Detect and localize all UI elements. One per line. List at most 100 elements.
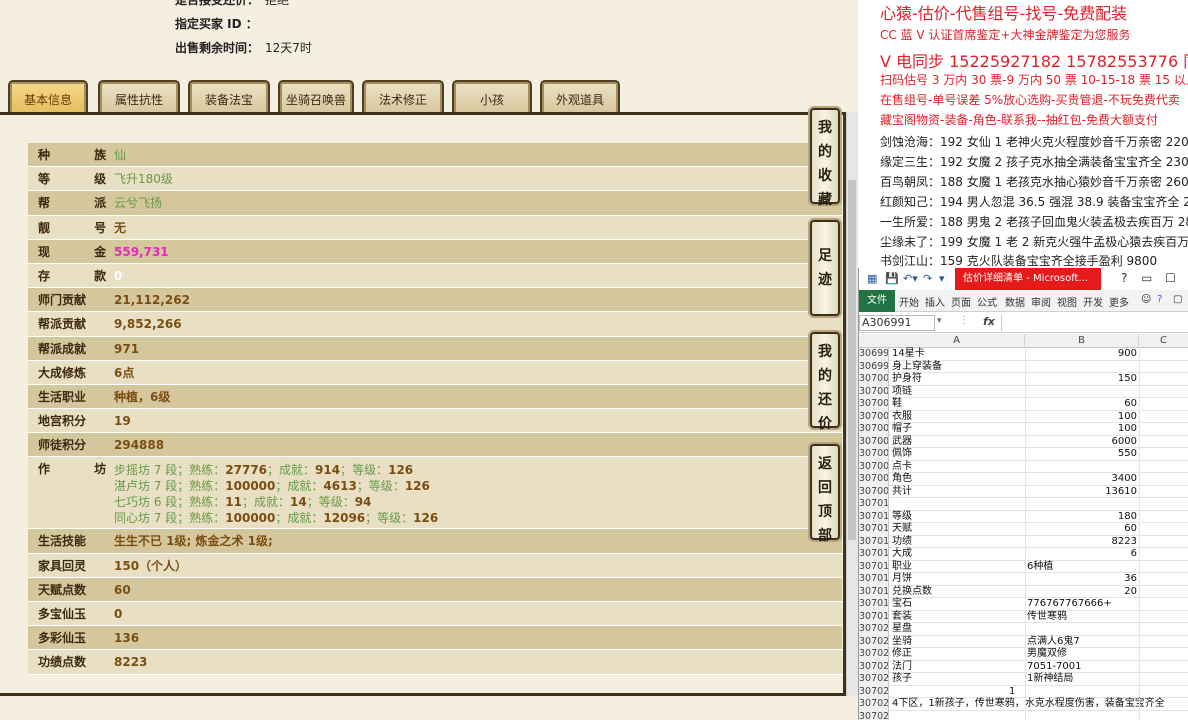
save-icon[interactable]: 💾 (885, 272, 899, 285)
row-number[interactable]: 307013 (859, 535, 889, 548)
tab-3[interactable]: 装备法宝 (188, 80, 270, 114)
cell-b[interactable]: 传世寒鸦 (1027, 611, 1137, 623)
row-number[interactable]: 307020 (859, 623, 889, 636)
cell-b[interactable]: 100 (1027, 411, 1137, 423)
tab-6[interactable]: 小孩 (452, 80, 532, 114)
row-number[interactable]: 307008 (859, 473, 889, 486)
cell-a[interactable]: 护身符 (892, 373, 922, 385)
account-icon[interactable]: ▢ (1173, 294, 1182, 305)
footprint-button[interactable]: 足迹 (810, 220, 840, 316)
cell-b[interactable]: 6种植 (1027, 561, 1137, 573)
my-offer-button[interactable]: 我的还价 (810, 332, 840, 432)
cell-a[interactable]: 角色 (892, 473, 912, 485)
tab-7[interactable]: 外观道具 (540, 80, 620, 114)
cell-a[interactable]: 功绩 (892, 536, 912, 548)
row-number[interactable]: 307017 (859, 585, 889, 598)
cell-a[interactable]: 坐骑 (892, 636, 912, 648)
ribbon-tab[interactable]: 更多 (1109, 294, 1129, 309)
row-number[interactable]: 307016 (859, 573, 889, 586)
ribbon-tab[interactable]: 视图 (1057, 294, 1077, 309)
cell-a[interactable]: 等级 (892, 511, 912, 523)
row-number[interactable]: 307002 (859, 398, 889, 411)
row-number[interactable]: 307000 (859, 373, 889, 386)
cell-b[interactable]: 60 (1027, 523, 1137, 535)
cell-a[interactable]: 修正 (892, 648, 912, 660)
cell-a[interactable]: 套装 (892, 611, 912, 623)
ribbon-tab[interactable]: 开始 (899, 294, 919, 309)
formula-input[interactable] (1001, 315, 1188, 331)
row-number[interactable]: 307018 (859, 598, 889, 611)
column-header[interactable]: C (1139, 334, 1188, 348)
cell-a[interactable]: 兑换点数 (892, 586, 932, 598)
help-icon[interactable]: ? (1121, 271, 1127, 285)
cell-b[interactable]: 60 (1027, 398, 1137, 410)
row-number[interactable]: 307009 (859, 485, 889, 498)
cell-a[interactable]: 共计 (892, 486, 912, 498)
cell-a[interactable]: 身上穿装备 (892, 361, 942, 373)
tab-5[interactable]: 法术修正 (362, 80, 444, 114)
cell-a[interactable]: 1 (1009, 686, 1015, 698)
restore-icon[interactable]: ☐ (1165, 271, 1176, 285)
tab-2[interactable]: 属性抗性 (98, 80, 180, 114)
cell-b[interactable]: 8223 (1027, 536, 1137, 548)
row-number[interactable]: 307006 (859, 448, 889, 461)
cell-a[interactable]: 武器 (892, 436, 912, 448)
undo-icon[interactable]: ↶▾ (903, 272, 918, 285)
cell-b[interactable]: 776767767666+ (1027, 598, 1137, 610)
row-number[interactable]: 307007 (859, 460, 889, 473)
row-number[interactable]: 307026 (859, 698, 889, 711)
row-number[interactable]: 306999 (859, 360, 889, 373)
cell-b[interactable]: 100 (1027, 423, 1137, 435)
cell-a[interactable]: 佩饰 (892, 448, 912, 460)
name-box[interactable]: A306991 (859, 315, 935, 331)
cell-a[interactable]: 大成 (892, 548, 912, 560)
row-number[interactable]: 307001 (859, 385, 889, 398)
cell-b[interactable]: 13610 (1027, 486, 1137, 498)
row-number[interactable]: 307014 (859, 548, 889, 561)
cell-b[interactable]: 150 (1027, 373, 1137, 385)
row-number[interactable]: 307011 (859, 510, 889, 523)
cell-a[interactable]: 宝石 (892, 598, 912, 610)
redo-icon[interactable]: ↷ (923, 272, 932, 285)
cell-b[interactable]: 3400 (1027, 473, 1137, 485)
row-number[interactable]: 307023 (859, 660, 889, 673)
back-top-button[interactable]: 返回顶部 (810, 444, 840, 544)
cell-a[interactable]: 14星卡 (892, 348, 925, 360)
ribbon-tab[interactable]: 插入 (925, 294, 945, 309)
cell-a[interactable]: 月饼 (892, 573, 912, 585)
ribbon-tab[interactable]: 公式 (977, 294, 997, 309)
cell-b[interactable]: 180 (1027, 511, 1137, 523)
feedback-icon[interactable]: ☺ (1141, 294, 1151, 305)
scrollbar-thumb[interactable] (848, 180, 856, 540)
cell-a[interactable]: 鞋 (892, 398, 902, 410)
cell-b[interactable]: 6 (1027, 548, 1137, 560)
cell-b[interactable]: 男魔双修 (1027, 648, 1137, 660)
row-number[interactable]: 307024 (859, 673, 889, 686)
cell-b[interactable]: 36 (1027, 573, 1137, 585)
row-number[interactable]: 306998 (859, 348, 889, 361)
cell-b[interactable]: 550 (1027, 448, 1137, 460)
ribbon-tab[interactable]: 数据 (1005, 294, 1025, 309)
insert-function-icon[interactable]: fx (983, 315, 995, 328)
cell-a[interactable]: 法门 (892, 661, 912, 673)
cell-b[interactable]: 6000 (1027, 436, 1137, 448)
cell-a[interactable]: 帽子 (892, 423, 912, 435)
tab-4[interactable]: 坐骑召唤兽 (278, 80, 354, 114)
row-number[interactable]: 307004 (859, 423, 889, 436)
ribbon-tab[interactable]: 页面 (951, 294, 971, 309)
row-number[interactable]: 307027 (859, 710, 889, 720)
cell-a[interactable]: 点卡 (892, 461, 912, 473)
tab-1[interactable]: 基本信息 (8, 80, 88, 114)
cell-a[interactable]: 项链 (892, 386, 912, 398)
ribbon-tab-file[interactable]: 文件 (859, 290, 895, 312)
row-number[interactable]: 307025 (859, 685, 889, 698)
cell-b[interactable]: 7051-7001 (1027, 661, 1137, 673)
cell-a[interactable]: 4下区，1新孩子，传世寒鸦，水克水程度伤害，装备宝宝齐全 (892, 698, 1165, 710)
row-number[interactable]: 307019 (859, 610, 889, 623)
cell-b[interactable]: 900 (1027, 348, 1137, 360)
row-number[interactable]: 307005 (859, 435, 889, 448)
ribbon-tab[interactable]: 开发 (1083, 294, 1103, 309)
namebox-dropdown-icon[interactable]: ▾ (937, 316, 942, 326)
cell-b[interactable]: 20 (1027, 586, 1137, 598)
cell-b[interactable]: 点满人6鬼7 (1027, 636, 1137, 648)
